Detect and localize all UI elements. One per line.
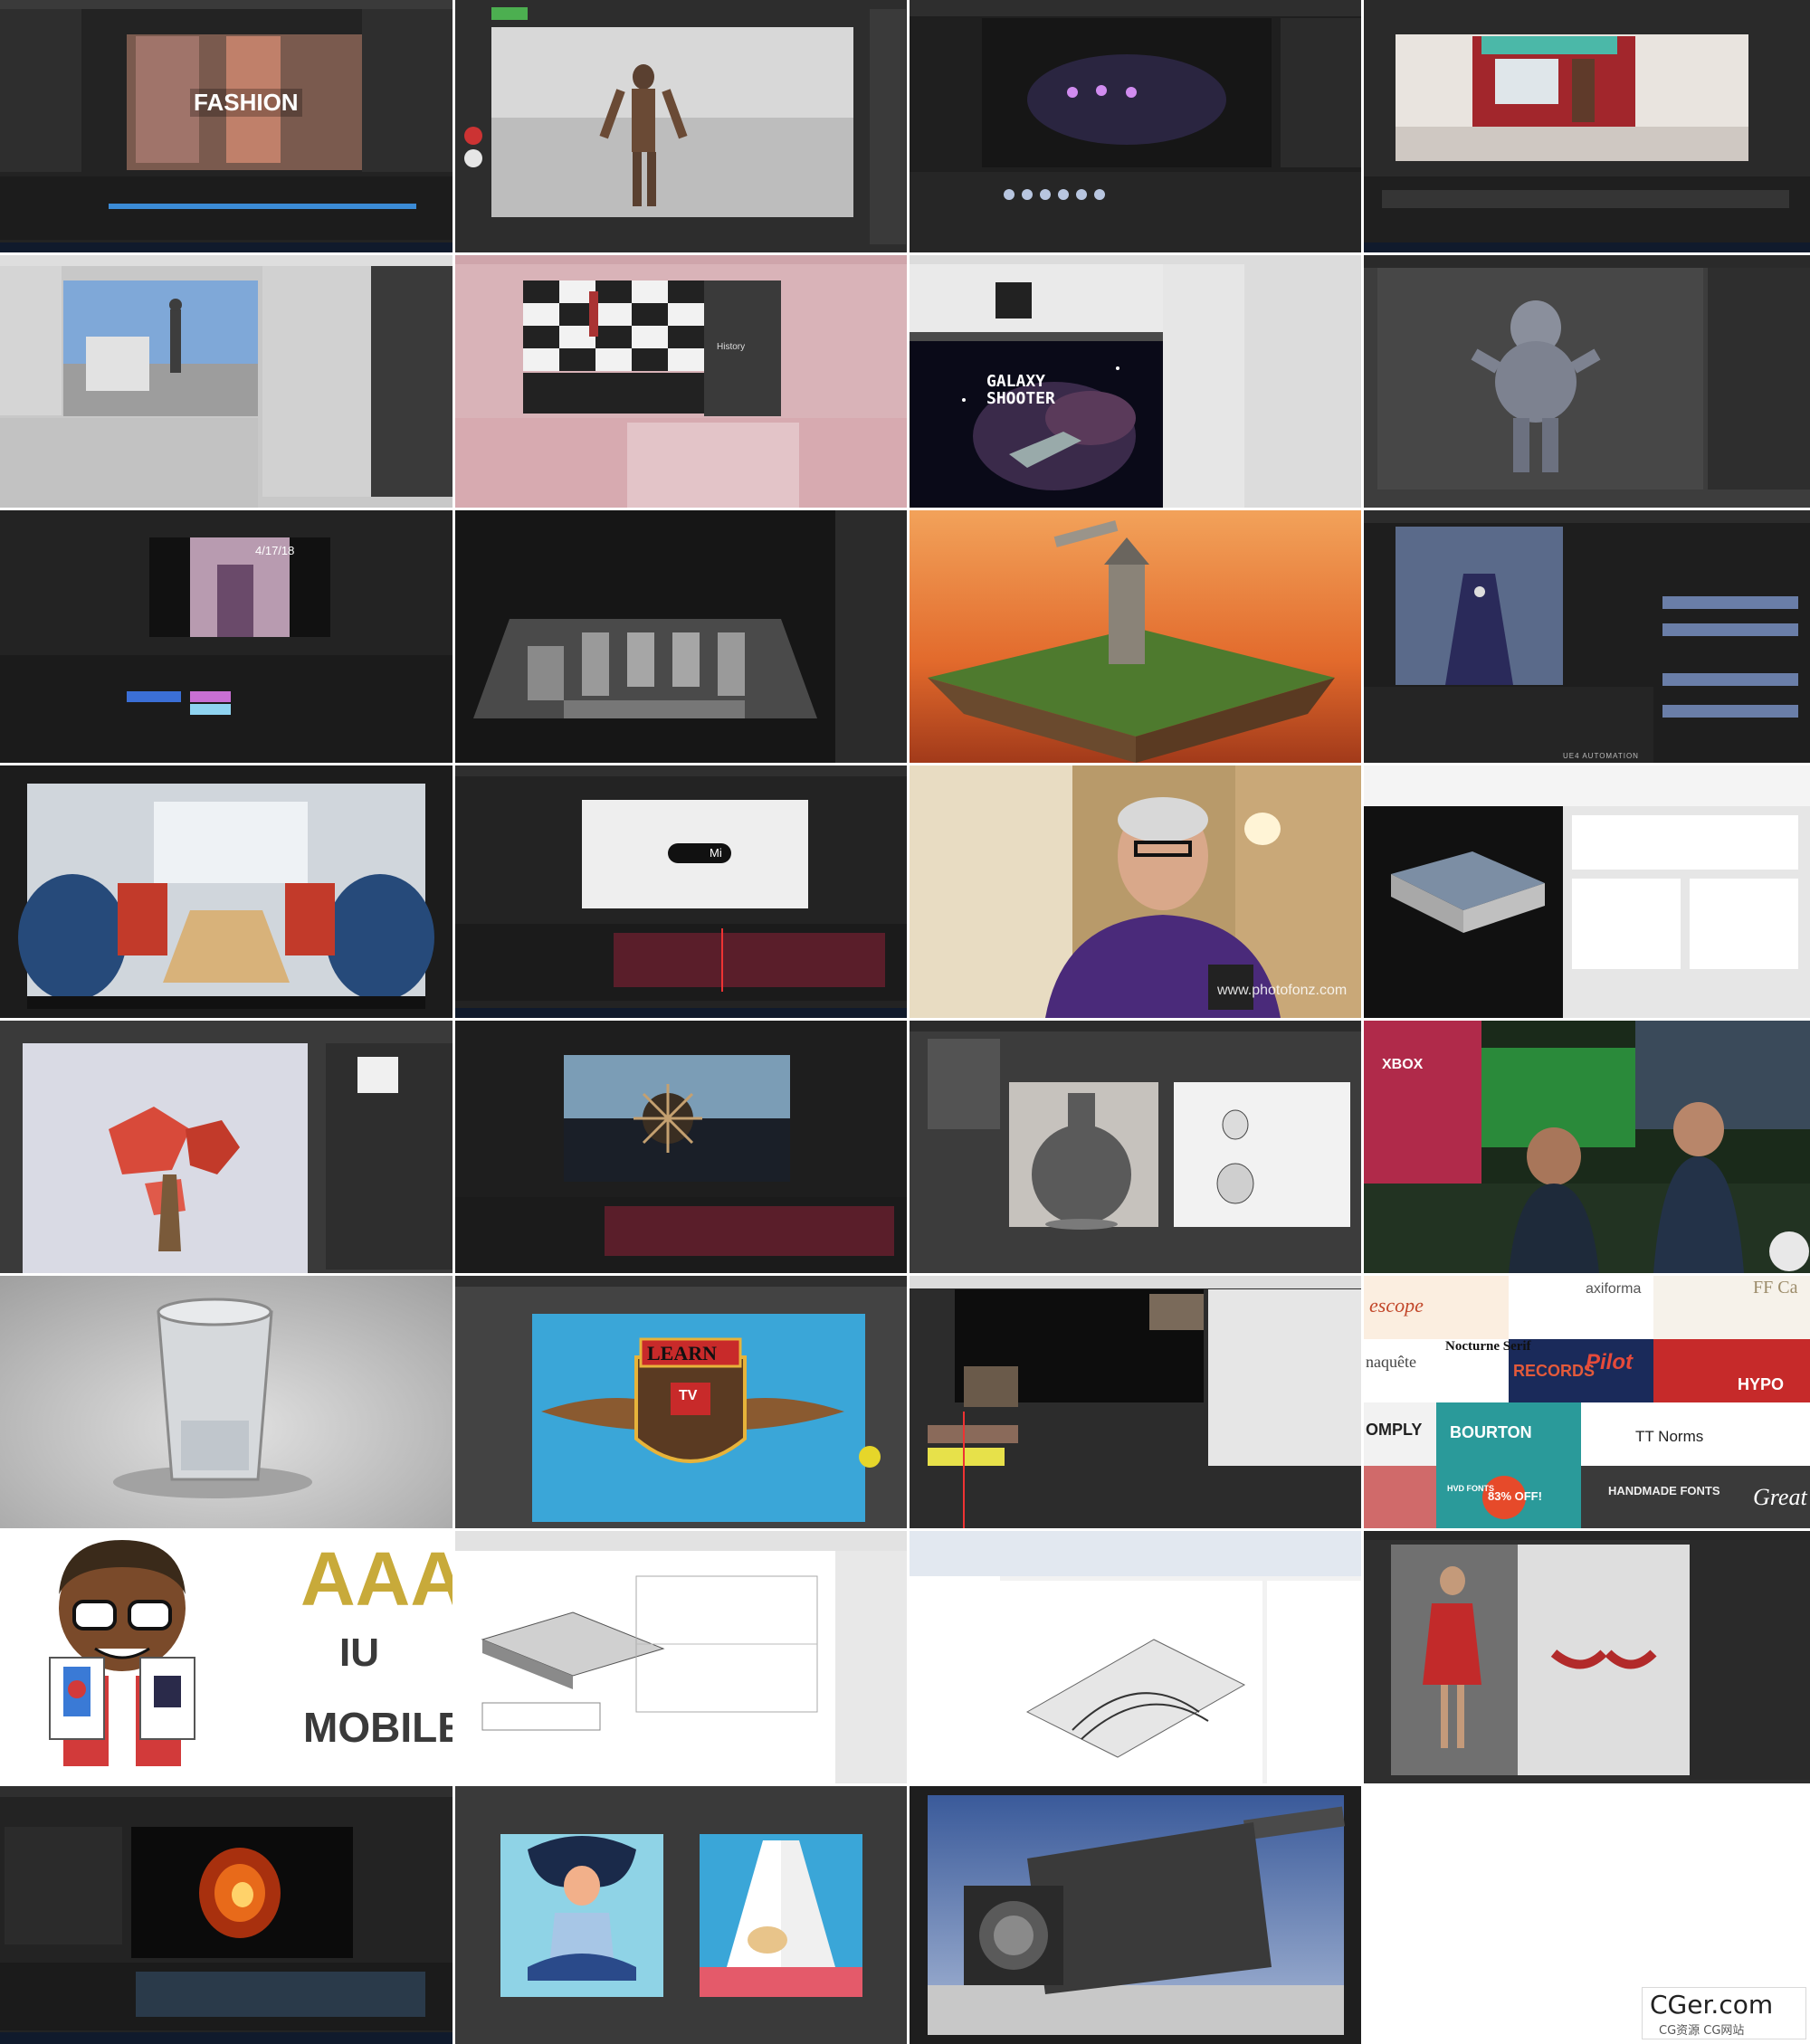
font-item-2: FF Ca bbox=[1753, 1278, 1798, 1298]
thumb-unity-character[interactable] bbox=[0, 255, 452, 508]
learn-text: LEARN bbox=[647, 1342, 718, 1364]
aaa-text: AAA bbox=[300, 1536, 452, 1621]
font-item-5: RECORDS bbox=[1513, 1362, 1596, 1380]
thumb-glass-render[interactable] bbox=[0, 1276, 452, 1528]
font-item-13: HANDMADE FONTS bbox=[1608, 1484, 1720, 1497]
galaxy-shooter-title: GALAXY SHOOTER bbox=[986, 372, 1055, 408]
font-item-4: Nocturne Serif bbox=[1445, 1339, 1531, 1354]
thumb-unreal-niagara[interactable] bbox=[910, 0, 1361, 252]
fashion-title: FASHION bbox=[190, 89, 302, 117]
thumb-windmill-island[interactable] bbox=[910, 510, 1361, 763]
thumbnail-grid: FASHION History GALAXY SHOOTER 4/17/18 U… bbox=[0, 0, 1810, 2044]
thumb-animate-cafe[interactable] bbox=[1364, 0, 1810, 252]
thumb-after-effects-explosion[interactable] bbox=[455, 1021, 907, 1273]
ue4-automation-label: UE4 AUTOMATION bbox=[1563, 752, 1639, 760]
thumb-after-effects-pill[interactable]: Mi bbox=[455, 765, 907, 1018]
mobile-text: MOBILE bbox=[303, 1704, 452, 1751]
thumb-zbrush-character[interactable] bbox=[455, 0, 907, 252]
thumb-illustrator-learn-tv[interactable]: LEARN TV bbox=[455, 1276, 907, 1528]
pill-text: Mi bbox=[710, 846, 722, 860]
thumb-3d-dancer[interactable] bbox=[1364, 1531, 1810, 1783]
thumb-aaa-iu-mobile[interactable]: AAA IU MOBILE bbox=[0, 1531, 452, 1783]
thumb-after-effects-fire[interactable] bbox=[0, 1786, 452, 2044]
thumb-premiere-date[interactable]: 4/17/18 bbox=[0, 510, 452, 763]
thumb-video-conference[interactable] bbox=[910, 1276, 1361, 1528]
iu-text: IU bbox=[339, 1630, 379, 1675]
cger-watermark: CGer.com CG资源 CG网站 bbox=[1642, 1987, 1806, 2039]
thumb-revit-box[interactable] bbox=[1364, 765, 1810, 1018]
thumb-photoshop-vase[interactable] bbox=[910, 1021, 1361, 1273]
watermark-subtitle: CG资源 CG网站 bbox=[1659, 2024, 1745, 2038]
xbox-sign: XBOX bbox=[1382, 1057, 1424, 1072]
thumb-lowpoly-tree[interactable] bbox=[0, 1021, 452, 1273]
thumb-after-effects-fashion[interactable]: FASHION bbox=[0, 0, 452, 252]
font-item-3: naquête bbox=[1366, 1353, 1416, 1371]
thumb-3d-maze[interactable] bbox=[455, 510, 907, 763]
font-item-10: TT Norms bbox=[1635, 1428, 1704, 1445]
font-item-9: BOURTON bbox=[1450, 1423, 1532, 1441]
presenter-url: www.photofonz.com bbox=[1217, 983, 1348, 998]
thumb-cad-farnsworth[interactable] bbox=[455, 1531, 907, 1783]
tv-text: TV bbox=[679, 1388, 698, 1403]
thumb-galaxy-shooter[interactable]: GALAXY SHOOTER bbox=[910, 255, 1361, 508]
thumb-font-bundle[interactable]: escope axiforma FF Ca naquête Nocturne S… bbox=[1364, 1276, 1810, 1528]
font-item-0: escope bbox=[1369, 1294, 1424, 1317]
date-overlay: 4/17/18 bbox=[255, 544, 295, 557]
thumb-presenter-video[interactable]: www.photofonz.com bbox=[910, 765, 1361, 1018]
font-item-7: HYPO bbox=[1738, 1375, 1785, 1393]
font-item-6: Pilot bbox=[1586, 1350, 1633, 1374]
thumb-ue4-automation[interactable]: UE4 AUTOMATION bbox=[1364, 510, 1810, 763]
font-item-1: axiforma bbox=[1586, 1281, 1642, 1297]
watermark-site: CGer.com bbox=[1650, 1990, 1774, 2020]
font-item-8: OMPLY bbox=[1366, 1421, 1423, 1439]
thumb-train-interior[interactable] bbox=[0, 765, 452, 1018]
font-item-12: 83% OFF! bbox=[1488, 1489, 1542, 1503]
font-item-14: Great bbox=[1753, 1484, 1807, 1510]
thumb-flat-illustrations[interactable] bbox=[455, 1786, 907, 2044]
thumb-blender-troll[interactable] bbox=[1364, 255, 1810, 508]
history-panel-label: History bbox=[717, 342, 746, 352]
thumb-revit-canopy[interactable] bbox=[910, 1531, 1361, 1783]
thumb-tank-turret[interactable] bbox=[910, 1786, 1361, 2044]
thumb-xbox-expo[interactable]: XBOX bbox=[1364, 1021, 1810, 1273]
thumb-pink-history[interactable]: History bbox=[455, 255, 907, 508]
